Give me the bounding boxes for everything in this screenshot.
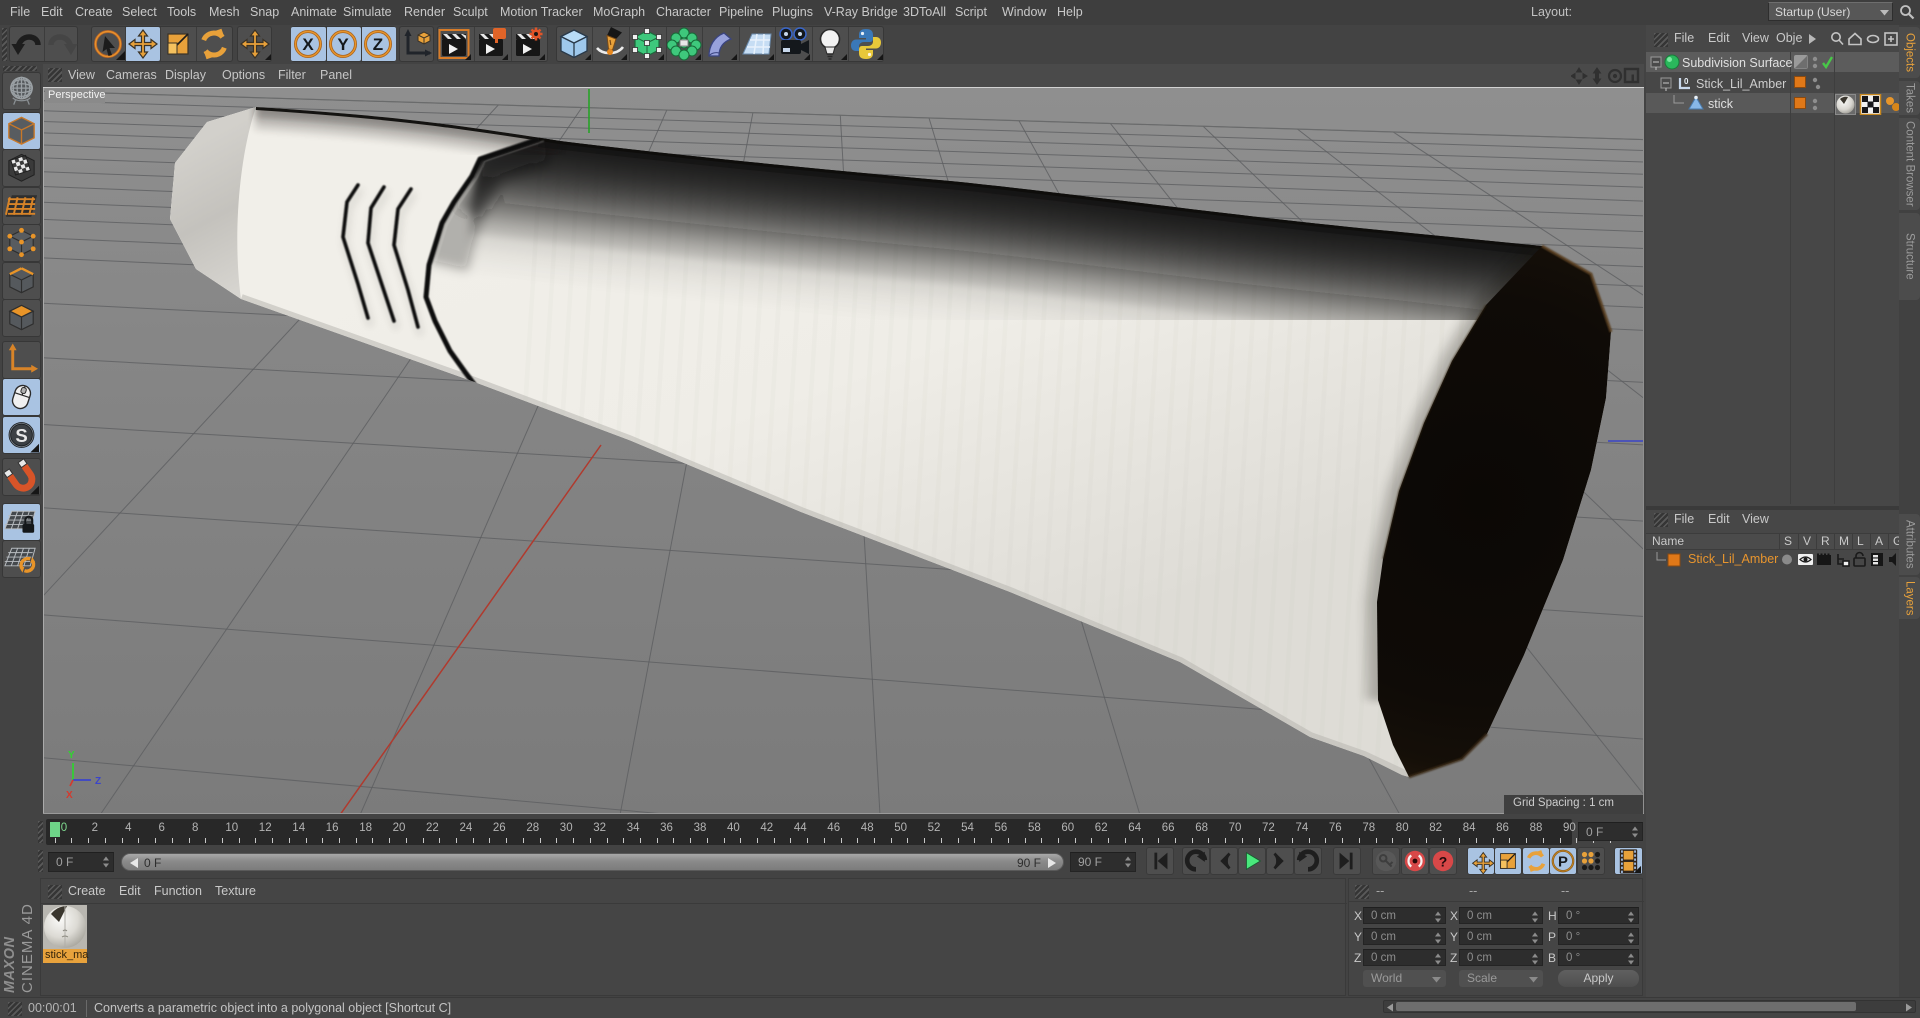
svg-text:Z: Z — [95, 776, 101, 787]
svg-text:?: ? — [1439, 854, 1448, 870]
svg-text:Y: Y — [68, 750, 75, 761]
svg-text:Y: Y — [337, 35, 349, 54]
svg-text:0: 0 — [1684, 77, 1689, 86]
svg-text:X: X — [302, 35, 314, 54]
svg-text:X: X — [66, 790, 73, 801]
svg-text:S: S — [15, 425, 27, 446]
svg-text:Z: Z — [373, 35, 383, 54]
svg-text:P: P — [1558, 855, 1568, 871]
